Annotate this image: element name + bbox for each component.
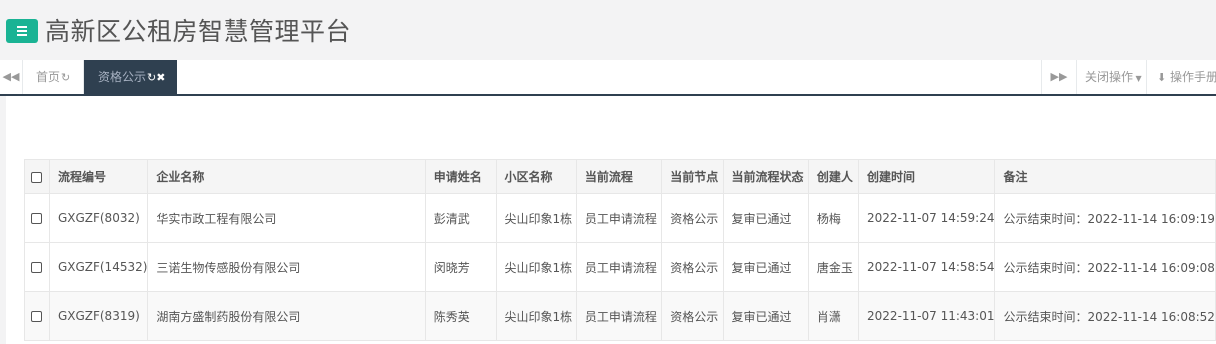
table-cell: 2022-11-07 11:43:01 <box>858 291 996 341</box>
table-cell: 尖山印象1栋 <box>495 242 577 292</box>
table-cell: 复审已通过 <box>722 242 809 292</box>
menu-icon-bar <box>17 34 27 36</box>
menu-icon <box>17 26 27 28</box>
tab-qualification-publicity[interactable]: 资格公示↻✖ <box>84 60 177 96</box>
close-icon[interactable]: ✖ <box>156 71 165 84</box>
table-cell: GXGZF(8319) <box>48 291 149 341</box>
top-header: 高新区公租房智慧管理平台 <box>0 0 1216 60</box>
column-header[interactable]: 创建人 <box>807 159 860 194</box>
table-cell: 彭清武 <box>424 193 497 243</box>
table-header-row: 流程编号 企业名称 申请姓名 小区名称 当前流程 当前节点 当前流程状态 创建人… <box>24 159 1216 194</box>
tab-bar: ◀◀ 首页↻ 资格公示↻✖ ▶▶ 关闭操作 ▼ ⬇ 操作手册 <box>0 60 1216 96</box>
menu-toggle-button[interactable] <box>6 19 38 43</box>
column-header[interactable]: 当前节点 <box>661 159 724 194</box>
row-select-cell <box>24 193 50 243</box>
column-header[interactable]: 企业名称 <box>147 159 426 194</box>
column-header[interactable]: 申请姓名 <box>424 159 497 194</box>
download-icon: ⬇ <box>1157 71 1167 84</box>
table-cell: 唐金玉 <box>807 242 860 292</box>
refresh-icon[interactable]: ↻ <box>61 71 70 84</box>
table-cell: 2022-11-07 14:59:24 <box>858 193 996 243</box>
table-cell: 资格公示 <box>661 291 724 341</box>
table-cell: GXGZF(14532) <box>48 242 149 292</box>
select-all-cell <box>24 159 50 194</box>
tab-label: 首页 <box>36 70 61 84</box>
table-cell: 员工申请流程 <box>575 291 663 341</box>
row-checkbox[interactable] <box>31 262 43 273</box>
tab-label: 资格公示 <box>98 70 147 84</box>
select-all-checkbox[interactable] <box>31 171 43 183</box>
table-cell: 员工申请流程 <box>575 193 663 243</box>
row-select-cell <box>24 242 50 292</box>
table-cell: 尖山印象1栋 <box>495 291 577 341</box>
table-cell: 员工申请流程 <box>575 242 663 292</box>
table-cell: 湖南方盛制药股份有限公司 <box>147 291 426 341</box>
table-row[interactable]: GXGZF(14532) 三诺生物传感股份有限公司 闵晓芳 尖山印象1栋 员工申… <box>24 242 1216 292</box>
table-cell: 肖潇 <box>807 291 860 341</box>
table-cell: 三诺生物传感股份有限公司 <box>147 242 426 292</box>
table-cell: 公示结束时间：2022-11-14 16:09:19 <box>994 193 1216 243</box>
column-header[interactable]: 备注 <box>994 159 1216 194</box>
app-title: 高新区公租房智慧管理平台 <box>45 17 352 46</box>
tab-scroll-left-button[interactable]: ◀◀ <box>0 60 23 94</box>
column-header[interactable]: 小区名称 <box>495 159 577 194</box>
table-cell: 复审已通过 <box>722 193 809 243</box>
menu-icon-bar <box>17 30 27 32</box>
tab-home[interactable]: 首页↻ <box>22 60 84 94</box>
content-left-strip <box>0 96 6 344</box>
table-cell: 公示结束时间：2022-11-14 16:09:08 <box>994 242 1216 292</box>
column-header[interactable]: 流程编号 <box>48 159 149 194</box>
row-checkbox[interactable] <box>31 311 43 322</box>
table-row[interactable]: GXGZF(8319) 湖南方盛制药股份有限公司 陈秀英 尖山印象1栋 员工申请… <box>24 291 1216 341</box>
table-cell: 公示结束时间：2022-11-14 16:08:52 <box>994 291 1216 341</box>
data-table: 流程编号 企业名称 申请姓名 小区名称 当前流程 当前节点 当前流程状态 创建人… <box>24 159 1216 341</box>
manual-button[interactable]: ⬇ 操作手册 <box>1147 60 1216 94</box>
close-ops-label: 关闭操作 <box>1085 70 1134 84</box>
table-cell: 2022-11-07 14:58:54 <box>858 242 996 292</box>
tab-scroll-right-button[interactable]: ▶▶ <box>1041 60 1077 94</box>
manual-label: 操作手册 <box>1170 70 1216 84</box>
refresh-icon[interactable]: ↻ <box>147 71 156 84</box>
main-content: 流程编号 企业名称 申请姓名 小区名称 当前流程 当前节点 当前流程状态 创建人… <box>0 96 1216 344</box>
row-select-cell <box>24 291 50 341</box>
table-cell: 资格公示 <box>661 242 724 292</box>
forward-icon: ▶▶ <box>1050 70 1068 83</box>
table-cell: GXGZF(8032) <box>48 193 149 243</box>
backward-icon: ◀◀ <box>2 70 20 83</box>
caret-down-icon: ▼ <box>1133 74 1142 83</box>
table-cell: 杨梅 <box>807 193 860 243</box>
column-header[interactable]: 创建时间 <box>858 159 996 194</box>
table-cell: 尖山印象1栋 <box>495 193 577 243</box>
table-cell: 陈秀英 <box>424 291 497 341</box>
table-cell: 复审已通过 <box>722 291 809 341</box>
table-row[interactable]: GXGZF(8032) 华实市政工程有限公司 彭清武 尖山印象1栋 员工申请流程… <box>24 193 1216 243</box>
close-operations-dropdown[interactable]: 关闭操作 ▼ <box>1077 60 1147 94</box>
column-header[interactable]: 当前流程 <box>575 159 663 194</box>
table-cell: 闵晓芳 <box>424 242 497 292</box>
row-checkbox[interactable] <box>31 213 43 224</box>
table-cell: 资格公示 <box>661 193 724 243</box>
column-header[interactable]: 当前流程状态 <box>722 159 809 194</box>
table-cell: 华实市政工程有限公司 <box>147 193 426 243</box>
